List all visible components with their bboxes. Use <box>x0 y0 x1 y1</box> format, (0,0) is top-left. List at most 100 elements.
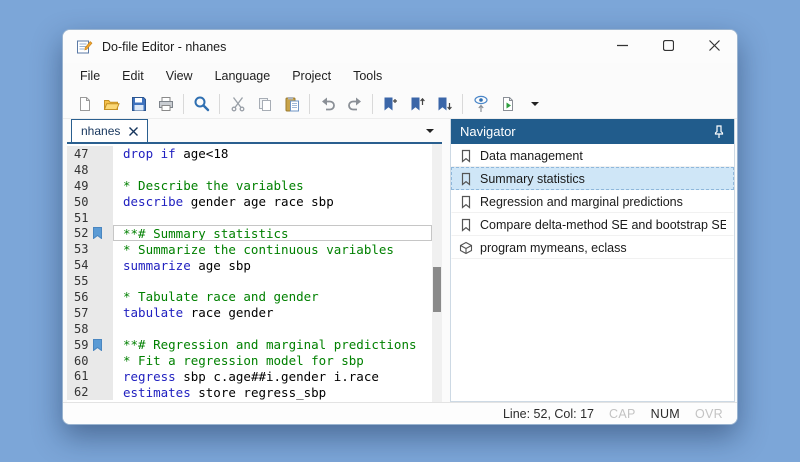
line-gutter[interactable]: 59 <box>67 337 113 353</box>
menu-tools[interactable]: Tools <box>342 66 393 86</box>
toggle-bookmark-button[interactable] <box>377 91 404 116</box>
code-line-48[interactable]: 48 <box>67 162 432 178</box>
execute-do-button[interactable] <box>494 91 521 116</box>
code-text[interactable]: * Summarize the continuous variables <box>113 241 432 257</box>
eye-icon <box>473 95 489 113</box>
code-lines[interactable]: 47drop if age<184849* Describe the varia… <box>67 144 432 402</box>
code-token-comment: * Tabulate race and gender <box>123 289 319 304</box>
navigator-item[interactable]: program mymeans, eclass <box>451 236 734 259</box>
next-bookmark-button[interactable] <box>431 91 458 116</box>
line-gutter[interactable]: 49 <box>67 178 113 194</box>
vertical-scrollbar[interactable] <box>432 144 442 402</box>
save-button[interactable] <box>125 91 152 116</box>
menu-view[interactable]: View <box>155 66 204 86</box>
maximize-button[interactable] <box>645 30 691 63</box>
cursor-position: Line: 52, Col: 17 <box>503 407 594 421</box>
code-line-62[interactable]: 62estimates store regress_sbp <box>67 384 432 400</box>
line-gutter[interactable]: 58 <box>67 321 113 337</box>
menu-file[interactable]: File <box>69 66 111 86</box>
code-token-keyword: tabulate <box>123 305 183 320</box>
code-line-61[interactable]: 61regress sbp c.age##i.gender i.race <box>67 368 432 384</box>
line-gutter[interactable]: 53 <box>67 241 113 257</box>
code-text[interactable]: describe gender age race sbp <box>113 194 432 210</box>
code-text[interactable]: **# Regression and marginal predictions <box>113 337 432 353</box>
line-gutter[interactable]: 60 <box>67 353 113 369</box>
toolbar-separator <box>309 94 310 114</box>
line-gutter[interactable]: 62 <box>67 384 113 400</box>
previous-bookmark-button[interactable] <box>404 91 431 116</box>
code-line-52[interactable]: 52 **# Summary statistics <box>67 225 432 241</box>
code-line-49[interactable]: 49* Describe the variables <box>67 178 432 194</box>
code-text[interactable]: estimates store regress_sbp <box>113 384 432 400</box>
line-gutter[interactable]: 51 <box>67 210 113 226</box>
copy-button[interactable] <box>251 91 278 116</box>
code-line-53[interactable]: 53* Summarize the continuous variables <box>67 241 432 257</box>
code-text[interactable]: **# Summary statistics <box>113 225 432 241</box>
code-text[interactable]: summarize age sbp <box>113 257 432 273</box>
line-gutter[interactable]: 57 <box>67 305 113 321</box>
save-icon <box>131 96 147 112</box>
redo-button[interactable] <box>341 91 368 116</box>
code-line-50[interactable]: 50describe gender age race sbp <box>67 194 432 210</box>
code-text[interactable]: * Fit a regression model for sbp <box>113 353 432 369</box>
code-text[interactable]: tabulate race gender <box>113 305 432 321</box>
code-text[interactable] <box>113 210 432 226</box>
line-gutter[interactable]: 56 <box>67 289 113 305</box>
scrollbar-thumb[interactable] <box>433 267 441 312</box>
code-line-54[interactable]: 54summarize age sbp <box>67 257 432 273</box>
code-text[interactable]: * Describe the variables <box>113 178 432 194</box>
code-line-59[interactable]: 59**# Regression and marginal prediction… <box>67 337 432 353</box>
code-line-60[interactable]: 60 * Fit a regression model for sbp <box>67 353 432 369</box>
pin-icon[interactable] <box>713 125 725 139</box>
menu-bar: FileEditViewLanguageProjectTools <box>63 63 737 89</box>
new-do-file-button[interactable] <box>71 91 98 116</box>
code-token-plain: age sbp <box>191 258 251 273</box>
code-line-57[interactable]: 57tabulate race gender <box>67 305 432 321</box>
execute-menu-button[interactable] <box>521 91 548 116</box>
code-text[interactable] <box>113 273 432 289</box>
navigator-item-label: Data management <box>480 149 583 163</box>
paste-button[interactable] <box>278 91 305 116</box>
tab-close-icon[interactable] <box>129 127 138 136</box>
line-number: 60 <box>74 354 90 368</box>
code-text[interactable]: * Tabulate race and gender <box>113 289 432 305</box>
print-button[interactable] <box>152 91 179 116</box>
code-text[interactable] <box>113 162 432 178</box>
code-text[interactable] <box>113 321 432 337</box>
line-gutter[interactable]: 61 <box>67 368 113 384</box>
code-line-47[interactable]: 47drop if age<18 <box>67 146 432 162</box>
code-line-56[interactable]: 56 * Tabulate race and gender <box>67 289 432 305</box>
title-bar[interactable]: Do-file Editor - nhanes <box>63 30 737 63</box>
navigator-item[interactable]: Regression and marginal predictions <box>451 190 734 213</box>
code-text[interactable]: regress sbp c.age##i.gender i.race <box>113 368 432 384</box>
tab-label: nhanes <box>81 124 120 138</box>
open-button[interactable] <box>98 91 125 116</box>
cut-button[interactable] <box>224 91 251 116</box>
line-gutter[interactable]: 55 <box>67 273 113 289</box>
preview-button[interactable] <box>467 91 494 116</box>
code-line-55[interactable]: 55 <box>67 273 432 289</box>
line-gutter[interactable]: 47 <box>67 146 113 162</box>
close-button[interactable] <box>691 30 737 63</box>
undo-button[interactable] <box>314 91 341 116</box>
menu-project[interactable]: Project <box>281 66 342 86</box>
tab-nhanes[interactable]: nhanes <box>71 119 148 142</box>
line-gutter[interactable]: 52 <box>67 225 113 241</box>
code-token-plain: age<18 <box>176 146 229 161</box>
navigator-item[interactable]: Summary statistics <box>451 167 734 190</box>
menu-language[interactable]: Language <box>204 66 282 86</box>
code-text[interactable]: drop if age<18 <box>113 146 432 162</box>
line-gutter[interactable]: 54 <box>67 257 113 273</box>
menu-edit[interactable]: Edit <box>111 66 155 86</box>
code-line-58[interactable]: 58 <box>67 321 432 337</box>
line-gutter[interactable]: 50 <box>67 194 113 210</box>
navigator-item[interactable]: Compare delta-method SE and bootstrap SE… <box>451 213 734 236</box>
line-number: 52 <box>74 226 90 240</box>
paste-icon <box>284 96 300 112</box>
navigator-item[interactable]: Data management <box>451 144 734 167</box>
find-button[interactable] <box>188 91 215 116</box>
code-line-51[interactable]: 51 <box>67 210 432 226</box>
minimize-button[interactable] <box>599 30 645 63</box>
tab-list-dropdown-icon[interactable] <box>425 127 435 135</box>
line-gutter[interactable]: 48 <box>67 162 113 178</box>
